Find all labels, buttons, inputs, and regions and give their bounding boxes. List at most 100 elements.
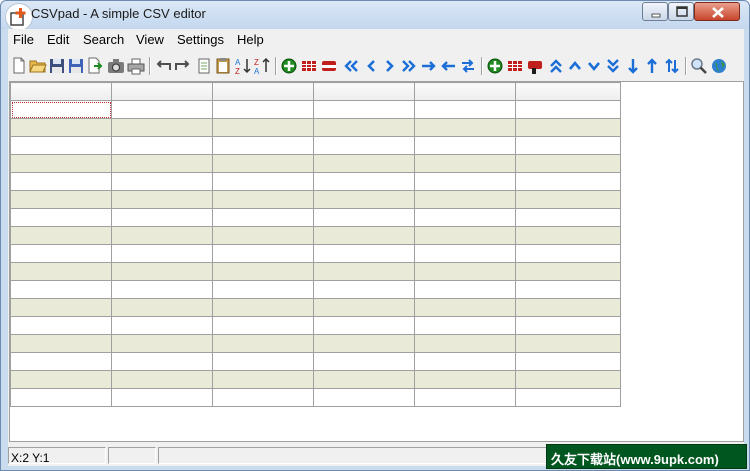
grid-cell[interactable] bbox=[414, 100, 516, 119]
move-next-icon[interactable] bbox=[381, 56, 399, 76]
grid-cell[interactable] bbox=[10, 136, 112, 155]
menu-file[interactable]: File bbox=[13, 32, 34, 47]
grid-cell[interactable] bbox=[414, 370, 516, 389]
grid-cell[interactable] bbox=[10, 370, 112, 389]
grid-cell[interactable] bbox=[313, 316, 415, 335]
open-folder-icon[interactable] bbox=[29, 56, 47, 76]
grid-cell[interactable] bbox=[515, 154, 621, 173]
delete-row-icon[interactable] bbox=[320, 56, 338, 76]
grid-cell[interactable] bbox=[313, 100, 415, 119]
undo-icon[interactable] bbox=[154, 56, 172, 76]
grid-cell[interactable] bbox=[111, 136, 213, 155]
maximize-button[interactable] bbox=[668, 2, 694, 21]
grid-cell[interactable] bbox=[414, 334, 516, 353]
shift-left-icon[interactable] bbox=[439, 56, 457, 76]
grid-cell[interactable] bbox=[313, 370, 415, 389]
grid-cell[interactable] bbox=[212, 352, 314, 371]
export-icon[interactable] bbox=[86, 56, 104, 76]
grid-cell[interactable] bbox=[515, 316, 621, 335]
grid-cell[interactable] bbox=[212, 118, 314, 137]
grid-cell[interactable] bbox=[111, 262, 213, 281]
grid-cell[interactable] bbox=[313, 334, 415, 353]
grid-cell[interactable] bbox=[111, 316, 213, 335]
grid-cell[interactable] bbox=[313, 172, 415, 191]
grid-cell[interactable] bbox=[515, 190, 621, 209]
grid-cell[interactable] bbox=[10, 208, 112, 227]
grid-cell[interactable] bbox=[515, 262, 621, 281]
shift-right-icon[interactable] bbox=[420, 56, 438, 76]
sort-descending-icon[interactable]: ZA bbox=[253, 56, 271, 76]
grid-cell[interactable] bbox=[313, 118, 415, 137]
grid-cell[interactable] bbox=[515, 226, 621, 245]
column-header[interactable] bbox=[10, 82, 112, 101]
grid-cell[interactable] bbox=[10, 154, 112, 173]
grid-cell[interactable] bbox=[414, 316, 516, 335]
grid-cell[interactable] bbox=[212, 334, 314, 353]
grid-cell[interactable] bbox=[313, 154, 415, 173]
grid-cell[interactable] bbox=[414, 280, 516, 299]
grid-cell[interactable] bbox=[515, 118, 621, 137]
grid-cell[interactable] bbox=[212, 154, 314, 173]
arrow-down-icon[interactable] bbox=[624, 56, 642, 76]
print-icon[interactable] bbox=[127, 56, 145, 76]
delete-column-icon[interactable] bbox=[526, 56, 544, 76]
grid-cell[interactable] bbox=[313, 388, 415, 407]
move-prev-icon[interactable] bbox=[362, 56, 380, 76]
arrow-up-icon[interactable] bbox=[643, 56, 661, 76]
save-as-icon[interactable] bbox=[67, 56, 85, 76]
grid-cell[interactable] bbox=[313, 136, 415, 155]
grid-cell[interactable] bbox=[313, 352, 415, 371]
grid-cell[interactable] bbox=[414, 226, 516, 245]
grid-cell[interactable] bbox=[313, 244, 415, 263]
grid-cell[interactable] bbox=[111, 208, 213, 227]
search-icon[interactable] bbox=[690, 56, 708, 76]
grid-cell[interactable] bbox=[515, 136, 621, 155]
sort-ascending-icon[interactable]: AZ bbox=[234, 56, 252, 76]
grid-cell[interactable] bbox=[10, 244, 112, 263]
column-header[interactable] bbox=[111, 82, 213, 101]
new-file-icon[interactable] bbox=[10, 56, 28, 76]
copy-icon[interactable] bbox=[195, 56, 213, 76]
grid-cell[interactable] bbox=[212, 172, 314, 191]
menu-search[interactable]: Search bbox=[83, 32, 124, 47]
close-button[interactable] bbox=[694, 2, 740, 21]
add-row-icon[interactable] bbox=[280, 56, 298, 76]
move-last-icon[interactable] bbox=[400, 56, 418, 76]
menu-view[interactable]: View bbox=[136, 32, 164, 47]
grid-cell[interactable] bbox=[212, 100, 314, 119]
grid-cell[interactable] bbox=[10, 388, 112, 407]
grid-cell[interactable] bbox=[111, 280, 213, 299]
grid-cell[interactable] bbox=[313, 208, 415, 227]
grid-cell[interactable] bbox=[212, 388, 314, 407]
grid-cell[interactable] bbox=[414, 244, 516, 263]
grid-cell[interactable] bbox=[111, 352, 213, 371]
grid-cell[interactable] bbox=[212, 136, 314, 155]
grid-cell[interactable] bbox=[313, 190, 415, 209]
column-header[interactable] bbox=[515, 82, 621, 101]
grid-cell[interactable] bbox=[515, 208, 621, 227]
add-column-icon[interactable] bbox=[486, 56, 504, 76]
grid-cell[interactable] bbox=[111, 298, 213, 317]
move-first-icon[interactable] bbox=[342, 56, 360, 76]
grid-cell[interactable] bbox=[10, 190, 112, 209]
grid-cell[interactable] bbox=[515, 280, 621, 299]
grid-cell[interactable] bbox=[212, 298, 314, 317]
grid-cell[interactable] bbox=[515, 352, 621, 371]
app-logo-icon[interactable] bbox=[5, 3, 33, 31]
grid-cell[interactable] bbox=[414, 154, 516, 173]
grid-cell[interactable] bbox=[414, 172, 516, 191]
title-bar[interactable]: CSVpad - A simple CSV editor bbox=[1, 1, 749, 31]
grid-cell[interactable] bbox=[111, 190, 213, 209]
grid-cell[interactable] bbox=[111, 388, 213, 407]
grid-cell[interactable] bbox=[313, 280, 415, 299]
grid-cell[interactable] bbox=[313, 226, 415, 245]
grid-cell[interactable] bbox=[10, 298, 112, 317]
grid-cell[interactable] bbox=[10, 352, 112, 371]
grid-cell[interactable] bbox=[111, 334, 213, 353]
grid-cell[interactable] bbox=[515, 172, 621, 191]
grid-cell[interactable] bbox=[111, 172, 213, 191]
grid-cell[interactable] bbox=[111, 370, 213, 389]
grid-cell[interactable] bbox=[414, 262, 516, 281]
grid-cell[interactable] bbox=[515, 388, 621, 407]
move-down-icon[interactable] bbox=[585, 56, 603, 76]
